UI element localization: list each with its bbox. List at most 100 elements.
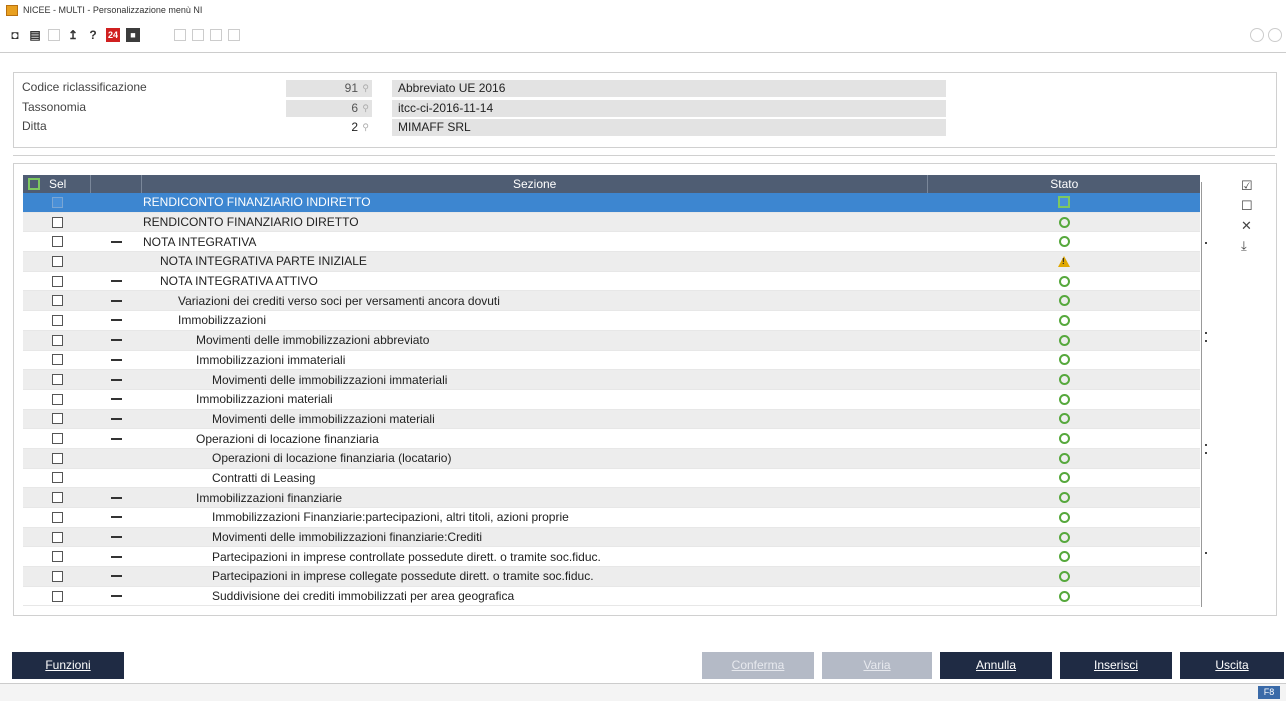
row-checkbox[interactable] [23,511,91,523]
row-checkbox[interactable] [23,551,91,563]
table-row[interactable]: RENDICONTO FINANZIARIO DIRETTO [23,212,1200,233]
row-sezione: NOTA INTEGRATIVA [143,234,257,249]
collapse-icon[interactable] [91,358,141,361]
annulla-button[interactable]: Annulla [940,652,1052,679]
row-sezione: Operazioni di locazione finanziaria (loc… [212,451,452,466]
nav-last-icon[interactable] [228,29,240,41]
download-icon[interactable]: ⤓ [1241,238,1253,254]
column-stato[interactable]: Stato [928,175,1200,193]
varia-button[interactable]: Varia [822,652,932,679]
row-checkbox[interactable] [23,255,91,267]
camera-icon[interactable]: ◘ [8,28,22,42]
table-row[interactable]: Immobilizzazioni [23,311,1200,331]
row-checkbox[interactable] [23,334,91,346]
row-checkbox[interactable] [23,413,91,425]
tassonomia-field[interactable]: 6 ⚲ [286,100,372,117]
table-row[interactable]: Suddivisione dei crediti immobilizzati p… [23,587,1200,607]
select-all-checkbox[interactable] [23,175,45,193]
search-icon[interactable]: ⚲ [362,80,369,97]
search-icon[interactable]: ⚲ [362,100,369,117]
printer-icon[interactable]: ▤ [28,28,42,42]
table-row[interactable]: Immobilizzazioni finanziarie [23,488,1200,508]
collapse-icon[interactable] [91,240,141,243]
collapse-icon[interactable] [91,339,141,342]
table-row[interactable]: Movimenti delle immobilizzazioni finanzi… [23,527,1200,548]
table-row[interactable]: Contratti di Leasing [23,469,1200,489]
row-checkbox[interactable] [23,216,91,228]
upload-icon[interactable]: ↥ [66,28,80,42]
conferma-button[interactable]: Conferma [702,652,814,679]
search-icon[interactable]: ⚲ [362,119,369,136]
column-sezione[interactable]: Sezione [142,175,929,193]
collapse-icon[interactable] [91,299,141,302]
table-row[interactable]: Movimenti delle immobilizzazioni materia… [23,409,1200,430]
table-row[interactable]: Variazioni dei crediti verso soci per ve… [23,291,1200,312]
table-row[interactable]: RENDICONTO FINANZIARIO INDIRETTO [23,193,1200,213]
row-checkbox[interactable] [23,492,91,504]
collapse-icon[interactable] [91,280,141,283]
table-row[interactable]: NOTA INTEGRATIVA PARTE INIZIALE [23,252,1200,272]
table-row[interactable]: Movimenti delle immobilizzazioni immater… [23,370,1200,390]
table-row[interactable]: Operazioni di locazione finanziaria (loc… [23,448,1200,469]
row-checkbox[interactable] [23,314,91,326]
row-checkbox[interactable] [23,374,91,386]
collapse-icon[interactable] [91,516,141,519]
table-row[interactable]: Movimenti delle immobilizzazioni abbrevi… [23,330,1200,351]
collapse-icon[interactable] [91,378,141,381]
help-icon[interactable]: ? [86,28,100,42]
row-checkbox[interactable] [23,570,91,582]
table-row[interactable]: Immobilizzazioni materiali [23,390,1200,410]
inserisci-button[interactable]: Inserisci [1060,652,1172,679]
collapse-icon[interactable] [91,536,141,539]
row-checkbox[interactable] [23,354,91,366]
row-checkbox[interactable] [23,590,91,602]
info-icon[interactable] [1268,28,1282,42]
row-checkbox[interactable] [23,472,91,484]
table-row[interactable]: Immobilizzazioni Finanziarie:partecipazi… [23,508,1200,528]
codice-field[interactable]: 91 ⚲ [286,80,372,97]
world-icon[interactable] [1250,28,1264,42]
row-checkbox[interactable] [23,275,91,287]
title-bar: NICEE - MULTI - Personalizzazione menù N… [0,0,1286,20]
table-row[interactable]: Operazioni di locazione finanziaria [23,429,1200,449]
ditta-field[interactable]: 2 ⚲ [286,119,372,136]
row-checkbox[interactable] [23,433,91,445]
row-checkbox[interactable] [23,531,91,543]
table-row[interactable]: Partecipazioni in imprese controllate po… [23,547,1200,568]
nav-prev-icon[interactable] [192,29,204,41]
collapse-icon[interactable] [91,398,141,401]
uncheck-all-icon[interactable]: ☐ [1241,198,1253,214]
tools-icon[interactable]: ✕ [1241,218,1253,234]
collapse-icon[interactable] [91,437,141,440]
row-checkbox[interactable] [23,393,91,405]
check-all-icon[interactable]: ☑ [1241,178,1253,194]
column-sel[interactable]: Sel [45,175,91,193]
table-row[interactable]: Immobilizzazioni immateriali [23,351,1200,371]
collapse-icon[interactable] [91,575,141,578]
row-checkbox[interactable] [23,236,91,248]
row-checkbox[interactable] [23,452,91,464]
ok-status-icon [1058,590,1070,602]
collapse-icon[interactable] [91,496,141,499]
collapse-icon[interactable] [91,595,141,598]
row-checkbox[interactable] [23,295,91,307]
row-stato [928,393,1200,405]
table-row[interactable]: NOTA INTEGRATIVA [23,232,1200,253]
row-stato [928,295,1200,307]
exit-icon[interactable]: ■ [126,28,140,42]
uscita-button[interactable]: Uscita [1180,652,1284,679]
collapse-icon[interactable] [91,319,141,322]
table-row[interactable]: NOTA INTEGRATIVA ATTIVO [23,272,1200,292]
nav-next-icon[interactable] [210,29,222,41]
collapse-icon[interactable] [91,555,141,558]
nav-first-icon[interactable] [174,29,186,41]
blank-page-icon[interactable] [48,29,60,41]
funzioni-button[interactable]: Funzioni [12,652,124,679]
toolbar-right [1250,28,1282,42]
calendar-icon[interactable]: 24 [106,28,120,42]
side-toolbar: ☑ ☐ ✕ ⤓ [1241,178,1253,254]
grid-scrollbar[interactable] [1201,182,1212,607]
collapse-icon[interactable] [91,417,141,420]
table-row[interactable]: Partecipazioni in imprese collegate poss… [23,567,1200,587]
row-checkbox[interactable] [23,196,91,208]
